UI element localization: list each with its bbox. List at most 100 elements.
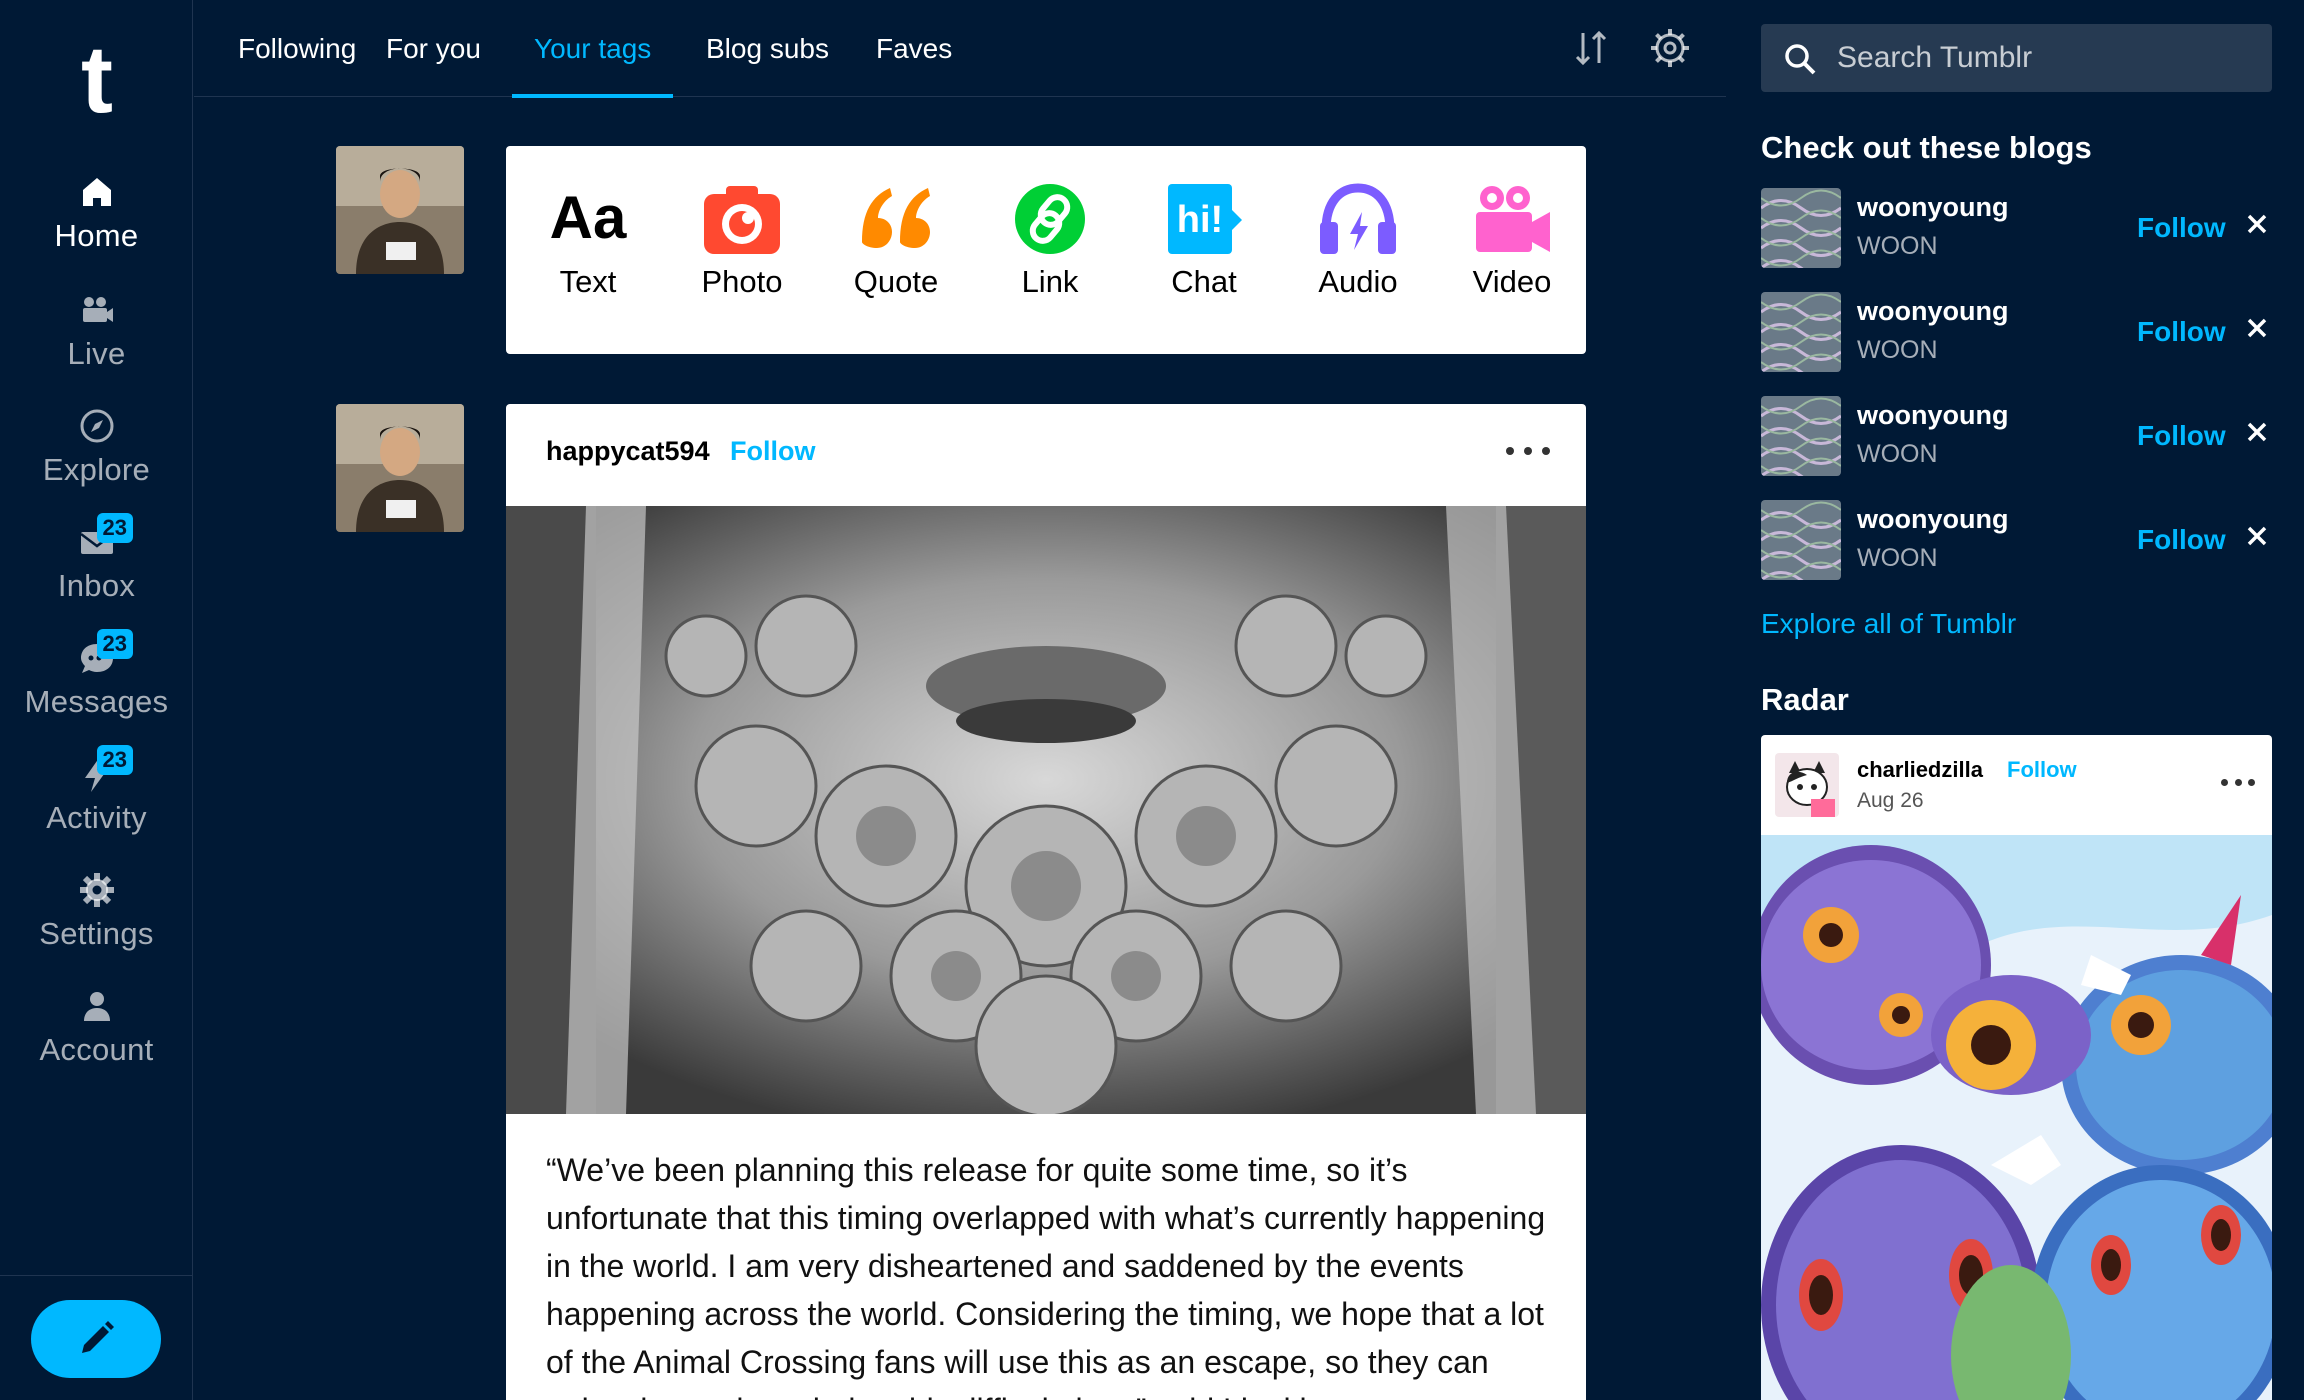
post-image[interactable] [506,506,1586,1114]
gear-icon[interactable] [1644,22,1696,74]
blog-title: WOON [1857,232,1938,260]
nav-account[interactable]: Account [0,986,193,1068]
activity-badge: 23 [96,745,133,775]
radar-card: charliedzilla Follow Aug 26 [1761,735,2272,1400]
post-type-audio[interactable]: Audio [1281,182,1435,300]
blog-recommendation[interactable]: woonyoung WOON Follow [1761,500,2272,580]
chat-hi-icon: hi! [1162,182,1246,256]
post-type-video-label: Video [1472,264,1552,299]
envelope-icon: 23 [77,513,133,562]
messages-badge: 23 [96,629,133,659]
blog-name[interactable]: woonyoung [1857,400,2008,431]
blog-avatar[interactable] [1761,292,1841,372]
video-camera-icon [77,290,117,330]
blog-avatar[interactable] [1761,188,1841,268]
nav-home[interactable]: Home [0,172,193,254]
compass-icon [77,406,117,446]
radar-follow-button[interactable]: Follow [2007,757,2077,783]
tab-following[interactable]: Following [216,0,378,97]
svg-text:hi!: hi! [1177,199,1223,241]
compose-button[interactable] [31,1300,161,1378]
nav-explore-label: Explore [42,452,151,487]
post-header: happycat594 Follow [506,404,1586,506]
post-card: happycat594 Follow “We’ve been planning … [506,404,1586,1400]
post-type-chat[interactable]: hi! Chat [1127,182,1281,300]
radar-author-name[interactable]: charliedzilla [1857,757,1983,783]
home-icon [77,172,117,212]
nav-activity[interactable]: 23 Activity [0,745,193,836]
camera-icon [700,182,784,256]
video-icon [1470,182,1554,256]
close-icon[interactable] [2241,312,2273,344]
post-type-quote[interactable]: Quote [819,182,973,300]
blog-title: WOON [1857,440,1938,468]
nav-account-label: Account [39,1032,154,1067]
post-author-name[interactable]: happycat594 [546,436,710,467]
nav-explore[interactable]: Explore [0,406,193,488]
close-icon[interactable] [2241,520,2273,552]
tab-faves[interactable]: Faves [854,0,974,97]
blog-title: WOON [1857,336,1938,364]
blogs-section-title: Check out these blogs [1761,130,2092,165]
blog-follow-button[interactable]: Follow [2137,316,2226,348]
blog-follow-button[interactable]: Follow [2137,420,2226,452]
sort-arrows-icon[interactable] [1566,22,1618,74]
radar-post-date: Aug 26 [1857,789,1924,812]
blog-follow-button[interactable]: Follow [2137,524,2226,556]
post-type-audio-label: Audio [1318,264,1398,299]
post-type-text[interactable]: Aa Text [511,182,665,300]
tab-for-you[interactable]: For you [364,0,503,97]
nav-inbox[interactable]: 23 Inbox [0,513,193,604]
more-dots-icon[interactable] [2221,775,2255,789]
post-type-picker: Aa Text Photo Quote Link hi! Chat Audio [506,146,1586,354]
nav-live[interactable]: Live [0,290,193,372]
blog-recommendation[interactable]: woonyoung WOON Follow [1761,292,2272,372]
tumblr-logo[interactable]: t [74,32,120,128]
radar-post-image[interactable] [1761,835,2272,1400]
nav-messages-label: Messages [24,684,169,719]
close-icon[interactable] [2241,208,2273,240]
feed-tabs-bar: Following For you Your tags Blog subs Fa… [194,0,1726,98]
more-dots-icon[interactable] [1506,436,1550,466]
blog-name[interactable]: woonyoung [1857,504,2008,535]
blog-avatar[interactable] [1761,500,1841,580]
tab-blog-subs[interactable]: Blog subs [684,0,851,97]
search-box [1761,24,2272,92]
blog-recommendation[interactable]: woonyoung WOON Follow [1761,396,2272,476]
inbox-badge: 23 [96,513,133,543]
svg-text:Aa: Aa [550,184,627,251]
nav-activity-label: Activity [46,800,147,835]
post-type-video[interactable]: Video [1435,182,1589,300]
blog-recommendation[interactable]: woonyoung WOON Follow [1761,188,2272,268]
post-follow-button[interactable]: Follow [730,436,815,467]
blog-title: WOON [1857,544,1938,572]
sidebar-divider [0,1275,193,1276]
search-icon [1785,44,1816,75]
post-type-chat-label: Chat [1171,264,1237,299]
blog-name[interactable]: woonyoung [1857,192,2008,223]
post-type-link-label: Link [1021,264,1079,299]
radar-section-title: Radar [1761,682,1849,717]
link-icon [1008,182,1092,256]
post-author-avatar[interactable] [336,404,464,532]
chat-bubble-icon: 23 [77,629,133,678]
post-type-photo[interactable]: Photo [665,182,819,300]
user-avatar[interactable] [336,146,464,274]
post-type-link[interactable]: Link [973,182,1127,300]
person-icon [77,986,117,1026]
lightning-icon: 23 [77,745,133,794]
gear-icon [77,870,117,910]
search-input[interactable] [1837,24,2257,92]
nav-messages[interactable]: 23 Messages [0,629,193,720]
headphones-icon [1316,182,1400,256]
explore-all-link[interactable]: Explore all of Tumblr [1761,608,2016,640]
post-body-text: “We’ve been planning this release for qu… [546,1152,1546,1400]
blog-follow-button[interactable]: Follow [2137,212,2226,244]
radar-author-avatar[interactable] [1775,753,1839,817]
tab-your-tags[interactable]: Your tags [512,0,674,98]
blog-avatar[interactable] [1761,396,1841,476]
nav-settings[interactable]: Settings [0,870,193,952]
blog-name[interactable]: woonyoung [1857,296,2008,327]
close-icon[interactable] [2241,416,2273,448]
post-type-text-label: Text [559,264,617,299]
